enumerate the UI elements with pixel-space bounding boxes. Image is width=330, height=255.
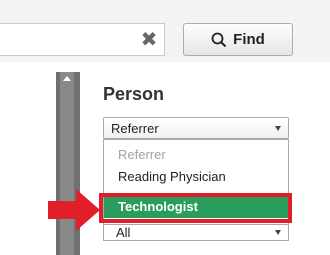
- filter-select[interactable]: All: [103, 225, 289, 241]
- search-icon: [211, 32, 227, 47]
- chevron-down-icon: [275, 126, 281, 131]
- person-select[interactable]: Referrer: [103, 117, 289, 139]
- option-referrer: Referrer: [118, 147, 166, 162]
- option-technologist[interactable]: Technologist: [104, 196, 288, 218]
- red-arrow-icon: [48, 189, 100, 231]
- scroll-up-icon[interactable]: [63, 76, 71, 81]
- find-label: Find: [233, 31, 265, 48]
- option-reading-physician[interactable]: Reading Physician: [104, 166, 288, 188]
- filter-select-value: All: [116, 225, 131, 240]
- close-icon[interactable]: ✖: [140, 30, 158, 50]
- person-dropdown-list: Referrer Reading Physician Technologist: [103, 139, 289, 225]
- person-select-value: Referrer: [111, 121, 159, 136]
- panel-title: Person: [103, 84, 165, 104]
- chevron-down-icon: [275, 230, 281, 235]
- find-button[interactable]: Find: [183, 23, 293, 56]
